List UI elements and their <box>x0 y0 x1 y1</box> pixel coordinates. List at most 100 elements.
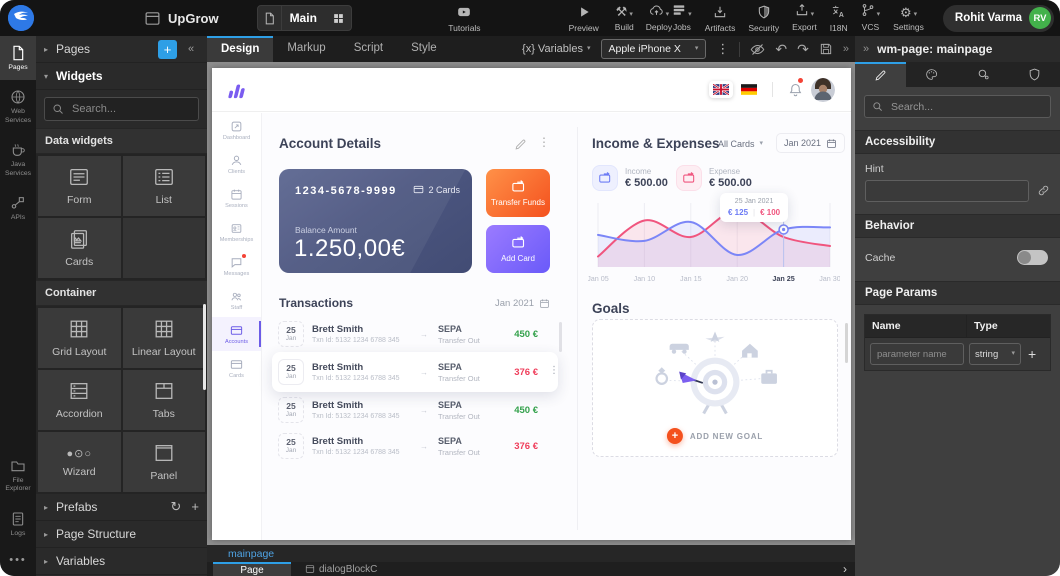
collapse-right-panel-icon[interactable]: » <box>863 43 869 55</box>
page-selector[interactable]: Main <box>257 5 353 31</box>
page-scrollbar[interactable] <box>845 323 848 363</box>
tab-script[interactable]: Script <box>340 36 397 62</box>
app-nav-clients[interactable]: Clients <box>212 147 261 181</box>
hint-input[interactable] <box>865 180 1029 202</box>
param-name-input[interactable] <box>870 343 964 365</box>
artifacts-button[interactable]: Artifacts <box>705 3 736 33</box>
refresh-icon[interactable]: ↻ <box>171 499 182 515</box>
properties-search-input[interactable] <box>889 100 1019 114</box>
structure-item-dialogblockc[interactable]: dialogBlockC <box>305 562 377 576</box>
row-more-icon[interactable]: ⋮ <box>549 365 559 376</box>
app-nav-accounts[interactable]: Accounts <box>212 317 261 351</box>
device-selector[interactable]: Apple iPhone X▾ <box>601 39 707 59</box>
panel-scrollbar[interactable] <box>203 304 206 390</box>
undo-icon[interactable]: ↶ <box>775 41 787 58</box>
param-type-select[interactable]: string▾ <box>969 343 1021 365</box>
widget-search[interactable] <box>44 97 199 121</box>
expand-panel-icon[interactable]: » <box>843 43 849 55</box>
sidebar-item-file-explorer[interactable]: File Explorer <box>0 449 36 502</box>
app-nav-sessions[interactable]: Sessions <box>212 181 261 215</box>
deploy-button[interactable]: ▾ Deploy <box>646 5 672 32</box>
app-nav-messages[interactable]: Messages <box>212 249 261 283</box>
add-prefab-icon[interactable]: + <box>191 499 199 515</box>
add-param-button[interactable]: + <box>1028 346 1036 362</box>
variables-dropdown[interactable]: {x} Variables▾ <box>522 43 590 55</box>
export-button[interactable]: ▾ Export <box>792 5 817 32</box>
tab-properties[interactable] <box>855 62 906 87</box>
app-nav-cards[interactable]: Cards <box>212 351 261 385</box>
transaction-row-selected[interactable]: 25Jan Brett SmithTxn Id: 5132 1234 6788 … <box>272 352 558 392</box>
sidebar-item-java-services[interactable]: Java Services <box>0 133 36 186</box>
preview-button[interactable]: Preview <box>569 3 599 33</box>
studio-logo-icon[interactable] <box>8 5 34 31</box>
widget-tile-panel[interactable]: Panel <box>123 432 206 492</box>
behavior-section-header[interactable]: Behavior <box>855 214 1060 238</box>
collapse-panel-icon[interactable]: « <box>183 41 199 57</box>
pages-section-header[interactable]: ▸ Pages + « <box>36 36 207 63</box>
add-page-button[interactable]: + <box>158 40 177 59</box>
widget-tile-list[interactable]: List <box>123 156 206 216</box>
user-menu[interactable]: Rohit Varma RV <box>943 5 1054 32</box>
add-card-button[interactable]: Add Card <box>486 225 550 273</box>
add-new-goal-button[interactable]: + ADD NEW GOAL <box>667 428 763 444</box>
account-more-icon[interactable]: ⋮ <box>538 135 550 149</box>
language-flag-de[interactable] <box>741 84 757 95</box>
canvas-more-icon[interactable]: ⋮ <box>716 41 729 57</box>
bind-link-icon[interactable] <box>1037 182 1050 200</box>
tab-security[interactable] <box>1009 62 1060 87</box>
settings-button[interactable]: ⚙▾ Settings <box>893 5 924 32</box>
income-expenses-chart[interactable]: Jan 05Jan 10Jan 15Jan 20Jan 25Jan 30 25 … <box>588 197 840 289</box>
widget-tile-accordion[interactable]: Accordion <box>38 370 121 430</box>
build-button[interactable]: ⚒▾ Build <box>615 5 634 32</box>
language-flag-en[interactable] <box>709 81 733 98</box>
app-nav-dashboard[interactable]: Dashboard <box>212 113 261 147</box>
structure-tab-page[interactable]: Page <box>213 562 291 576</box>
tab-style[interactable]: Style <box>397 36 451 62</box>
tutorials-button[interactable]: Tutorials <box>448 3 480 33</box>
variables-section-header[interactable]: ▸ Variables <box>36 548 207 575</box>
widgets-section-header[interactable]: ▾ Widgets <box>36 63 207 90</box>
properties-search[interactable] <box>864 95 1051 118</box>
sidebar-item-logs[interactable]: Logs <box>0 502 36 546</box>
tab-advanced-search[interactable] <box>958 62 1009 87</box>
save-icon[interactable] <box>819 42 833 56</box>
profile-avatar[interactable] <box>811 78 835 102</box>
notifications-bell-icon[interactable] <box>788 81 803 99</box>
i18n-button[interactable]: I18N <box>830 3 848 33</box>
sidebar-item-apis[interactable]: APIs <box>0 186 36 230</box>
cards-filter-dropdown[interactable]: All Cards▾ <box>718 139 763 149</box>
sidebar-item-web-services[interactable]: Web Services <box>0 80 36 133</box>
vcs-button[interactable]: ▾ VCS <box>861 5 881 32</box>
widget-search-input[interactable] <box>70 102 180 116</box>
transaction-row[interactable]: 25Jan Brett SmithTxn Id: 5132 1234 6788 … <box>272 316 558 352</box>
widget-tile-grid-layout[interactable]: Grid Layout <box>38 308 121 368</box>
scroll-right-icon[interactable]: › <box>843 562 847 576</box>
hide-markers-icon[interactable] <box>750 42 765 57</box>
widget-tile-form[interactable]: Form <box>38 156 121 216</box>
edit-pencil-icon[interactable] <box>514 136 527 154</box>
widget-tile-wizard[interactable]: ●⊙○ Wizard <box>38 432 121 492</box>
page-grid-icon[interactable] <box>325 12 351 25</box>
widget-tile-tabs[interactable]: Tabs <box>123 370 206 430</box>
widget-tile-cards[interactable]: Cards <box>38 218 121 278</box>
security-button[interactable]: Security <box>748 3 779 33</box>
jobs-button[interactable]: ▾ Jobs <box>672 5 692 32</box>
transaction-row[interactable]: 25Jan Brett SmithTxn Id: 5132 1234 6788 … <box>272 392 558 428</box>
more-menu-icon[interactable]: ••• <box>0 546 36 576</box>
tab-markup[interactable]: Markup <box>273 36 339 62</box>
transactions-period[interactable]: Jan 2021 <box>495 298 550 309</box>
app-nav-staff[interactable]: Staff <box>212 283 261 317</box>
open-page-tab[interactable]: mainpage <box>228 548 274 560</box>
prefabs-section-header[interactable]: ▸ Prefabs ↻+ <box>36 494 207 521</box>
bank-card[interactable]: 1234-5678-9999 2 Cards Balance Amount 1.… <box>279 169 472 273</box>
list-scrollbar[interactable] <box>559 322 562 352</box>
page-structure-section-header[interactable]: ▸ Page Structure <box>36 521 207 548</box>
widget-tile-linear-layout[interactable]: Linear Layout <box>123 308 206 368</box>
page-params-section-header[interactable]: Page Params <box>855 281 1060 305</box>
cache-toggle[interactable] <box>1017 250 1048 265</box>
accessibility-section-header[interactable]: Accessibility <box>855 130 1060 154</box>
tab-design[interactable]: Design <box>207 36 273 62</box>
sidebar-item-pages[interactable]: Pages <box>0 36 36 80</box>
chart-period[interactable]: Jan 2021 <box>776 133 845 153</box>
redo-icon[interactable]: ↷ <box>797 41 809 58</box>
